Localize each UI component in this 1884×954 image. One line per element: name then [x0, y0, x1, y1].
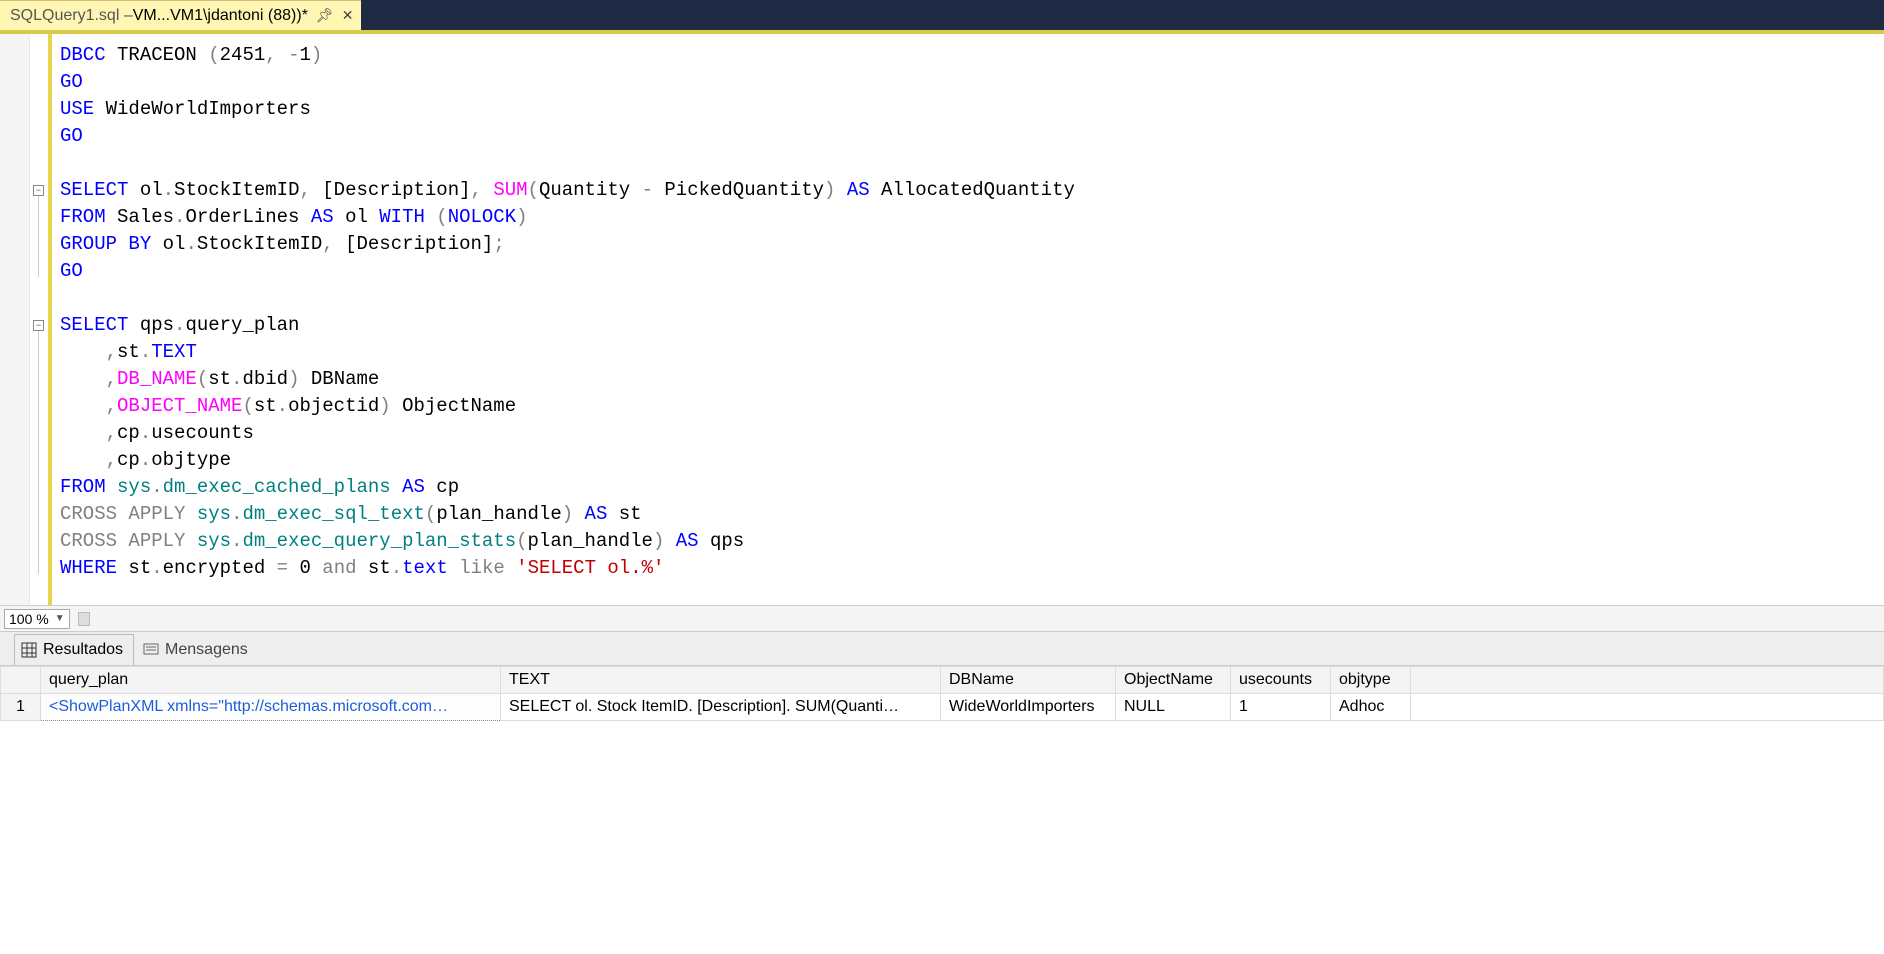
col-header-dbname[interactable]: DBName — [941, 667, 1116, 694]
grid-icon — [21, 642, 37, 658]
fold-toggle-icon[interactable]: − — [33, 320, 44, 331]
col-header-objectname[interactable]: ObjectName — [1116, 667, 1231, 694]
hscroll-left-button[interactable] — [78, 612, 90, 626]
grid-header-row: query_plan TEXT DBName ObjectName usecou… — [1, 667, 1884, 694]
active-document-tab[interactable]: SQLQuery1.sql – VM...VM1\jdantoni (88))*… — [0, 0, 361, 30]
col-header-query_plan[interactable]: query_plan — [41, 667, 501, 694]
col-header-text[interactable]: TEXT — [501, 667, 941, 694]
fold-gutter: −− — [30, 34, 48, 605]
code-line[interactable]: GROUP BY ol.StockItemID, [Description]; — [60, 231, 1884, 258]
code-line[interactable]: ,cp.objtype — [60, 447, 1884, 474]
grid-cell[interactable]: <ShowPlanXML xmlns="http://schemas.micro… — [41, 694, 501, 721]
tab-results-label: Resultados — [43, 641, 123, 659]
grid-cell[interactable]: Adhoc — [1331, 694, 1411, 721]
row-number-cell[interactable]: 1 — [1, 694, 41, 721]
code-line[interactable]: DBCC TRACEON (2451, -1) — [60, 42, 1884, 69]
code-line[interactable]: ,DB_NAME(st.dbid) DBName — [60, 366, 1884, 393]
tab-messages-label: Mensagens — [165, 641, 248, 659]
col-header-objtype[interactable]: objtype — [1331, 667, 1411, 694]
code-line[interactable]: GO — [60, 123, 1884, 150]
tab-messages[interactable]: Mensagens — [136, 634, 259, 665]
code-line[interactable]: WHERE st.encrypted = 0 and st.text like … — [60, 555, 1884, 582]
code-line[interactable]: USE WideWorldImporters — [60, 96, 1884, 123]
code-line[interactable]: ,st.TEXT — [60, 339, 1884, 366]
zoom-dropdown[interactable]: 100 % ▼ — [4, 609, 70, 629]
grid-cell[interactable]: NULL — [1116, 694, 1231, 721]
rownum-header — [1, 667, 41, 694]
code-line[interactable]: ,cp.usecounts — [60, 420, 1884, 447]
code-line[interactable]: CROSS APPLY sys.dm_exec_sql_text(plan_ha… — [60, 501, 1884, 528]
code-line[interactable]: GO — [60, 69, 1884, 96]
code-line[interactable]: ,OBJECT_NAME(st.objectid) ObjectName — [60, 393, 1884, 420]
table-row[interactable]: 1<ShowPlanXML xmlns="http://schemas.micr… — [1, 694, 1884, 721]
chevron-down-icon: ▼ — [55, 613, 65, 624]
editor-footer-bar: 100 % ▼ — [0, 605, 1884, 631]
col-header-usecounts[interactable]: usecounts — [1231, 667, 1331, 694]
zoom-value: 100 % — [9, 611, 49, 627]
grid-cell[interactable]: SELECT ol. Stock ItemID. [Description]. … — [501, 694, 941, 721]
code-area[interactable]: DBCC TRACEON (2451, -1)GOUSE WideWorldIm… — [52, 34, 1884, 605]
grid-cell[interactable]: 1 — [1231, 694, 1331, 721]
results-tabstrip: Resultados Mensagens — [0, 631, 1884, 665]
grid-cell[interactable]: WideWorldImporters — [941, 694, 1116, 721]
code-line[interactable]: FROM sys.dm_exec_cached_plans AS cp — [60, 474, 1884, 501]
grid-cell-filler — [1411, 694, 1884, 721]
line-number-gutter — [0, 34, 30, 605]
col-header-filler — [1411, 667, 1884, 694]
code-line[interactable]: SELECT qps.query_plan — [60, 312, 1884, 339]
code-line[interactable] — [60, 285, 1884, 312]
code-line[interactable]: SELECT ol.StockItemID, [Description], SU… — [60, 177, 1884, 204]
code-line[interactable]: GO — [60, 258, 1884, 285]
messages-icon — [143, 642, 159, 658]
code-line[interactable]: CROSS APPLY sys.dm_exec_query_plan_stats… — [60, 528, 1884, 555]
document-tab-strip: SQLQuery1.sql – VM...VM1\jdantoni (88))*… — [0, 0, 1884, 30]
pin-icon[interactable]: 📌︎ — [316, 7, 334, 24]
fold-toggle-icon[interactable]: − — [33, 185, 44, 196]
tab-filename-prefix: SQLQuery1.sql – — [10, 7, 133, 25]
close-icon[interactable]: ✕ — [342, 7, 354, 24]
results-grid-area: query_plan TEXT DBName ObjectName usecou… — [0, 665, 1884, 954]
sql-editor: −− DBCC TRACEON (2451, -1)GOUSE WideWorl… — [0, 30, 1884, 605]
code-line[interactable]: FROM Sales.OrderLines AS ol WITH (NOLOCK… — [60, 204, 1884, 231]
results-grid[interactable]: query_plan TEXT DBName ObjectName usecou… — [0, 666, 1884, 721]
tab-results[interactable]: Resultados — [14, 634, 134, 665]
code-line[interactable] — [60, 150, 1884, 177]
tab-filename-suffix: VM...VM1\jdantoni (88))* — [133, 7, 308, 25]
